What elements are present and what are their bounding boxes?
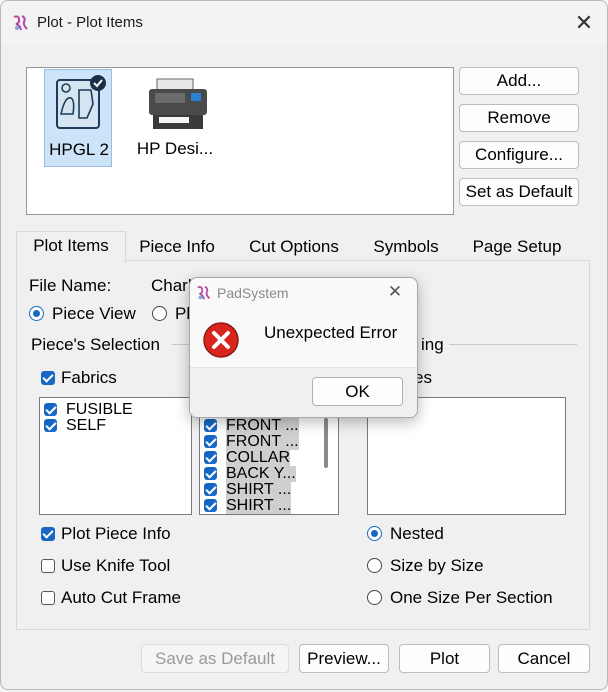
- piece-view-radio[interactable]: [29, 306, 44, 321]
- list-item-checkbox[interactable]: [204, 467, 217, 480]
- file-name-value: Charl: [151, 276, 192, 295]
- printer-list[interactable]: HPGL 2 HP Desi...: [26, 67, 454, 215]
- list-item-label: FRONT ...: [226, 417, 299, 434]
- other-view-label: Pl: [175, 304, 191, 323]
- fabrics-label: Fabrics: [61, 368, 117, 387]
- group-divider-right: [449, 344, 577, 345]
- app-icon: [13, 15, 28, 31]
- printer-label-hp: HP Desi...: [136, 139, 214, 158]
- list-item-checkbox[interactable]: [204, 483, 217, 496]
- use-knife-tool-checkbox[interactable]: [41, 559, 55, 573]
- file-name-label: File Name:: [29, 276, 112, 295]
- nested-radio[interactable]: [367, 526, 382, 541]
- one-size-per-section-radio[interactable]: [367, 590, 382, 605]
- error-icon: [203, 322, 239, 358]
- error-message: Unexpected Error: [264, 323, 398, 342]
- list-item-label: SHIRT ...: [226, 481, 292, 498]
- list-item-checkbox[interactable]: [44, 419, 57, 432]
- size-by-size-radio[interactable]: [367, 558, 382, 573]
- tab-plot-items[interactable]: Plot Items: [16, 231, 126, 263]
- list-item-checkbox[interactable]: [44, 403, 57, 416]
- printer-icon: [149, 78, 207, 129]
- plot-button[interactable]: Plot: [399, 644, 490, 673]
- auto-cut-frame-checkbox[interactable]: [41, 591, 55, 605]
- configure-button[interactable]: Configure...: [459, 141, 579, 169]
- list-item-label: BACK Y...: [226, 465, 296, 482]
- list-item-checkbox[interactable]: [204, 451, 217, 464]
- auto-cut-frame-label: Auto Cut Frame: [61, 588, 181, 607]
- dialog-close-icon[interactable]: ✕: [380, 280, 410, 304]
- fabrics-checkbox[interactable]: [41, 371, 55, 385]
- tab-piece-info[interactable]: Piece Info: [125, 233, 229, 261]
- list-item-label: SELF: [66, 417, 107, 434]
- list-item-checkbox[interactable]: [204, 435, 217, 448]
- preview-button[interactable]: Preview...: [299, 644, 389, 673]
- close-icon[interactable]: ✕: [569, 9, 599, 37]
- window-title: Plot - Plot Items: [37, 14, 143, 31]
- tab-cut-options[interactable]: Cut Options: [231, 233, 357, 261]
- scrollbar-thumb[interactable]: [324, 418, 328, 468]
- use-knife-tool-label: Use Knife Tool: [61, 556, 171, 575]
- printer-item-hpgl2[interactable]: HPGL 2: [44, 69, 112, 167]
- list-item-checkbox[interactable]: [204, 499, 217, 512]
- fabrics-list[interactable]: FUSIBLE SELF: [39, 397, 192, 515]
- cancel-button[interactable]: Cancel: [498, 644, 590, 673]
- list-item-label: FUSIBLE: [66, 401, 133, 418]
- plot-piece-info-checkbox[interactable]: [41, 527, 55, 541]
- list-item-label: SHIRT ...: [226, 497, 292, 514]
- title-bar: Plot - Plot Items ✕: [1, 1, 607, 45]
- ok-button[interactable]: OK: [312, 377, 403, 406]
- dialog-title: PadSystem: [217, 285, 289, 301]
- other-view-radio[interactable]: [152, 306, 167, 321]
- printer-label-hpgl2: HPGL 2: [49, 140, 109, 159]
- plotter-icon: [56, 75, 106, 129]
- group-right-heading: ing: [421, 335, 444, 354]
- pieces-selection-heading: Piece's Selection: [31, 335, 160, 354]
- one-size-per-section-label: One Size Per Section: [390, 588, 553, 607]
- add-button[interactable]: Add...: [459, 67, 579, 95]
- save-default-button[interactable]: Save as Default: [141, 644, 289, 673]
- nested-label: Nested: [390, 524, 444, 543]
- error-dialog: PadSystem ✕ Unexpected Error OK: [189, 277, 418, 418]
- printer-item-hp[interactable]: HP Desi...: [125, 69, 225, 167]
- list-item-label: COLLAR: [226, 449, 291, 466]
- tab-symbols[interactable]: Symbols: [359, 233, 453, 261]
- size-by-size-label: Size by Size: [390, 556, 484, 575]
- plot-piece-info-label: Plot Piece Info: [61, 524, 171, 543]
- piece-view-label: Piece View: [52, 304, 136, 323]
- list-item-checkbox[interactable]: [204, 419, 217, 432]
- list-item-label: FRONT ...: [226, 433, 299, 450]
- app-icon: [197, 285, 211, 300]
- set-default-button[interactable]: Set as Default: [459, 178, 579, 206]
- tab-page-setup[interactable]: Page Setup: [455, 233, 579, 261]
- remove-button[interactable]: Remove: [459, 104, 579, 132]
